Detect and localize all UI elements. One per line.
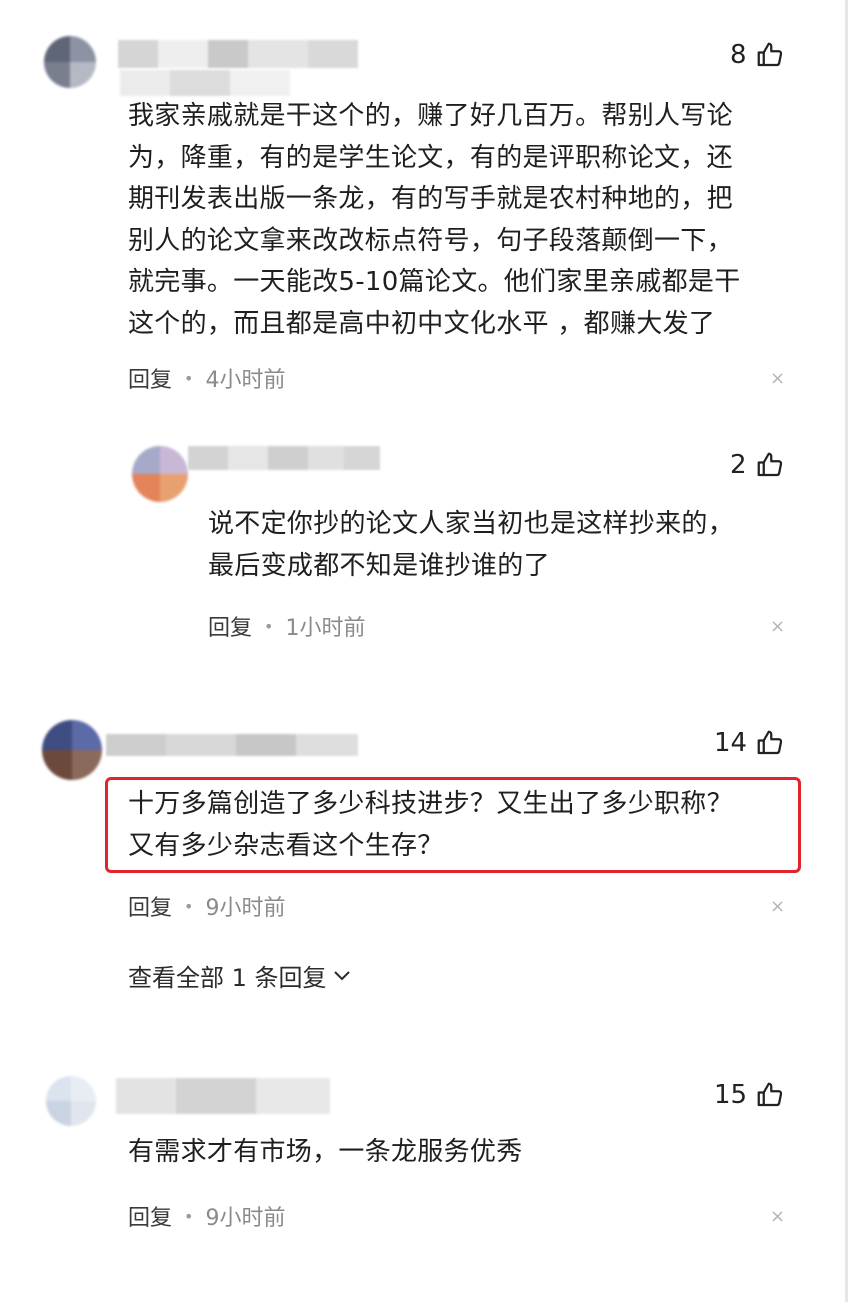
avatar[interactable]: [46, 1076, 96, 1126]
username-blurred-2: [120, 70, 290, 96]
view-all-replies-label: 查看全部 1 条回复: [128, 964, 327, 992]
separator-dot: •: [184, 1206, 194, 1226]
like-count[interactable]: 15: [714, 1080, 785, 1110]
like-count-value: 15: [714, 1080, 748, 1110]
separator-dot: •: [184, 896, 194, 916]
thumbs-up-icon[interactable]: [755, 40, 785, 70]
reply-button[interactable]: 回复: [128, 362, 172, 394]
comment-line: 为，降重，有的是学生论文，有的是评职称论文，还: [128, 142, 733, 173]
comment-line: 又有多少杂志看这个生存？: [128, 830, 444, 861]
close-icon[interactable]: ×: [770, 1208, 785, 1226]
comment-line: 说不定你抄的论文人家当初也是这样抄来的，: [208, 509, 735, 539]
like-count-value: 14: [714, 728, 748, 758]
comment-line: 十万多篇创造了多少科技进步？又生出了多少职称？: [128, 789, 733, 819]
comment-line: 最后变成都不知是谁抄谁的了: [208, 550, 550, 581]
comment-meta: 回复 • 1小时前: [208, 610, 365, 642]
thumbs-up-icon[interactable]: [755, 728, 785, 758]
separator-dot: •: [264, 616, 274, 636]
timestamp: 9小时前: [205, 1206, 286, 1231]
reply-button[interactable]: 回复: [128, 890, 172, 922]
comment-meta: 回复 • 4小时前: [128, 362, 285, 394]
username-blurred[interactable]: [106, 734, 358, 756]
comment-line: 这个的，而且都是高中初中文化水平 ，都赚大发了: [128, 308, 716, 339]
avatar[interactable]: [44, 36, 96, 88]
timestamp: 9小时前: [205, 896, 286, 921]
comment-line: 有需求才有市场，一条龙服务优秀: [128, 1137, 523, 1167]
like-count[interactable]: 8: [730, 40, 785, 70]
view-all-replies-button[interactable]: 查看全部 1 条回复: [128, 958, 351, 993]
avatar[interactable]: [132, 446, 188, 502]
avatar[interactable]: [42, 720, 102, 780]
thumbs-up-icon[interactable]: [755, 450, 785, 480]
comment-line: 别人的论文拿来改改标点符号，句子段落颠倒一下，: [128, 225, 733, 256]
username-blurred[interactable]: [188, 446, 380, 470]
comment-line: 期刊发表出版一条龙，有的写手就是农村种地的，把: [128, 184, 733, 214]
close-icon[interactable]: ×: [770, 898, 785, 916]
comment-text: 我家亲戚就是干这个的，赚了好几百万。帮别人写论 为，降重，有的是学生论文，有的是…: [128, 96, 741, 345]
comment-line: 我家亲戚就是干这个的，赚了好几百万。帮别人写论: [128, 101, 733, 131]
username-blurred[interactable]: [116, 1078, 330, 1114]
reply-button[interactable]: 回复: [208, 610, 252, 642]
like-count-value: 8: [730, 40, 747, 70]
comment-text: 十万多篇创造了多少科技进步？又生出了多少职称？ 又有多少杂志看这个生存？: [128, 784, 733, 867]
comment-text: 说不定你抄的论文人家当初也是这样抄来的， 最后变成都不知是谁抄谁的了: [208, 504, 734, 587]
chevron-down-icon: [333, 970, 350, 980]
close-icon[interactable]: ×: [770, 370, 785, 388]
reply-button[interactable]: 回复: [128, 1200, 172, 1232]
username-blurred[interactable]: [118, 40, 358, 68]
thumbs-up-icon[interactable]: [755, 1080, 785, 1110]
comment-text: 有需求才有市场，一条龙服务优秀: [128, 1132, 523, 1174]
separator-dot: •: [184, 368, 194, 388]
timestamp: 1小时前: [285, 616, 366, 641]
like-count[interactable]: 2: [730, 450, 785, 480]
close-icon[interactable]: ×: [770, 618, 785, 636]
timestamp: 4小时前: [205, 368, 286, 393]
like-count[interactable]: 14: [714, 728, 785, 758]
comment-meta: 回复 • 9小时前: [128, 890, 285, 922]
comment-line: 就完事。一天能改5-10篇论文。他们家里亲戚都是干: [128, 267, 741, 297]
comment-meta: 回复 • 9小时前: [128, 1200, 285, 1232]
like-count-value: 2: [730, 450, 747, 480]
